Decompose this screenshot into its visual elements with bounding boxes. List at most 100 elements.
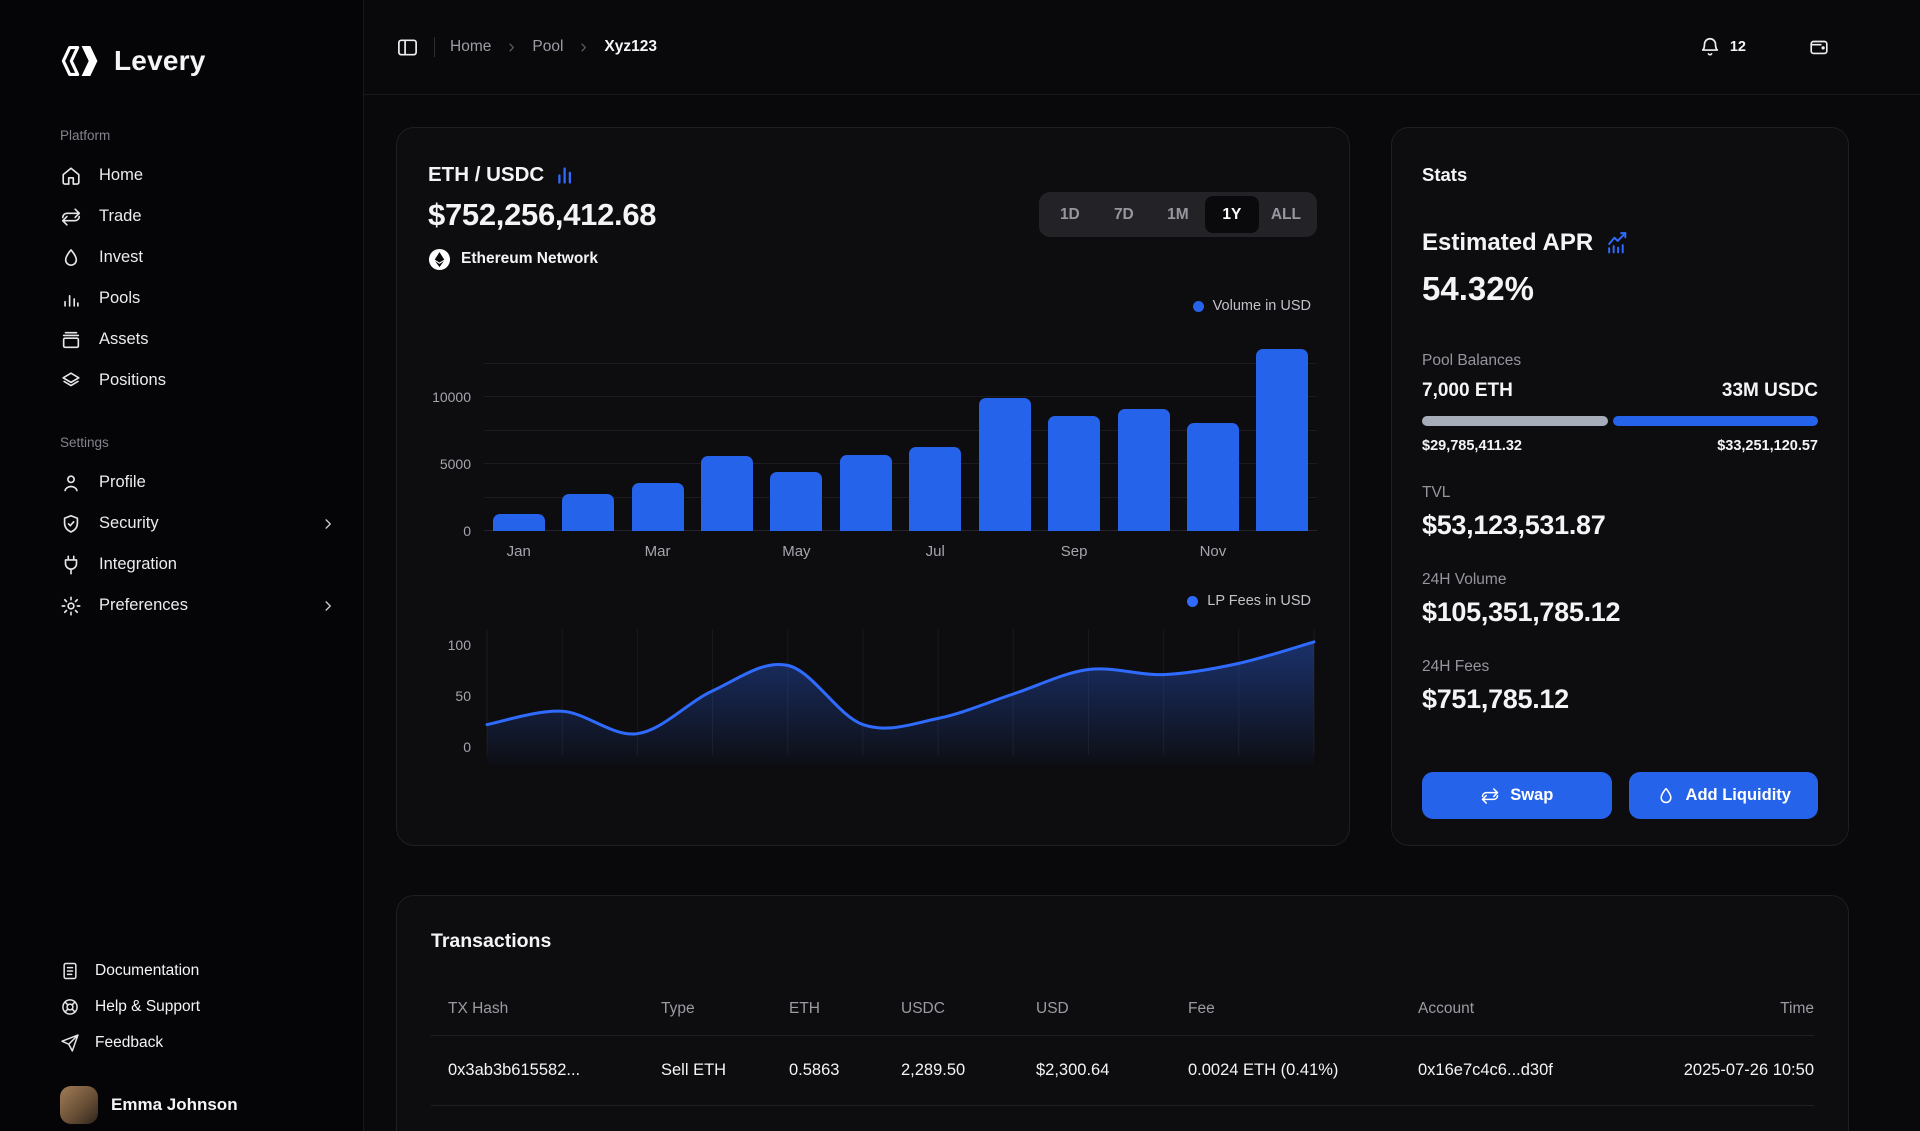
integration-icon	[60, 554, 82, 576]
pair-title: ETH / USDC	[428, 163, 544, 187]
table-row[interactable]: 0x3ab3b615582...Sell ETH0.58632,289.50$2…	[431, 1035, 1814, 1105]
sidebar-item-label: Trade	[99, 207, 142, 226]
range-1d[interactable]: 1D	[1043, 196, 1097, 233]
column-header-usdc: USDC	[901, 1000, 1036, 1018]
volume-bar-dec[interactable]	[1256, 349, 1308, 531]
usdc-balance: 33M USDC	[1722, 380, 1818, 402]
sidebar-item-trade[interactable]: Trade	[60, 196, 337, 237]
pool-balances-row: 7,000 ETH 33M USDC	[1422, 380, 1818, 402]
breadcrumb-pool[interactable]: Pool	[532, 38, 563, 56]
bell-icon	[1699, 36, 1721, 58]
sidebar-item-documentation[interactable]: Documentation	[60, 953, 337, 989]
fees-legend: LP Fees in USD	[428, 591, 1317, 611]
breadcrumb: HomePoolXyz123	[450, 38, 657, 56]
fees-y-axis: 050100	[428, 611, 484, 765]
volume-bar-mar[interactable]	[632, 483, 684, 531]
trending-up-icon	[1605, 231, 1630, 256]
volume-bar-jul[interactable]	[909, 447, 961, 531]
breadcrumb-home[interactable]: Home	[450, 38, 491, 56]
tx-cell: 2025-07-26 10:50	[1658, 1061, 1814, 1080]
droplet-icon	[1656, 786, 1676, 806]
range-1y[interactable]: 1Y	[1205, 196, 1259, 233]
positions-icon	[60, 370, 82, 392]
pool-balance-bar-usdc	[1613, 416, 1818, 426]
column-header-eth: ETH	[789, 1000, 901, 1018]
topbar-actions: 12	[1699, 36, 1830, 58]
table-row[interactable]: 0x4cba5c982b...Sell ETH2.514210,733.98$1…	[431, 1105, 1814, 1131]
chevron-right-icon	[576, 40, 591, 55]
column-header-fee: Fee	[1188, 1000, 1418, 1018]
sidebar-footer: Documentation Help & Support Feedback Em…	[60, 953, 337, 1131]
column-header-usd: USD	[1036, 1000, 1188, 1018]
volume-chart: 0500010000	[428, 316, 1317, 531]
x-tick-label	[1109, 543, 1178, 565]
sidebar-item-label: Invest	[99, 248, 143, 267]
pool-chart-card: ETH / USDC $752,256,412.68 Ethereum Netw…	[396, 127, 1350, 846]
volume-bar-jan[interactable]	[493, 514, 545, 531]
transactions-title: Transactions	[431, 930, 1814, 953]
sidebar-item-label: Pools	[99, 289, 140, 308]
volume-bar-may[interactable]	[770, 472, 822, 531]
sidebar-item-integration[interactable]: Integration	[60, 544, 337, 585]
y-tick-label: 0	[463, 737, 471, 757]
tx-cell: $2,300.64	[1036, 1061, 1188, 1080]
sidebar: Levery Platform Home Trade Invest Pools	[0, 0, 364, 1131]
volume-bar-nov[interactable]	[1187, 423, 1239, 532]
volume-bar-sep[interactable]	[1048, 416, 1100, 531]
volume-legend: Volume in USD	[428, 296, 1317, 316]
sidebar-item-profile[interactable]: Profile	[60, 462, 337, 503]
eth-balance-usd: $29,785,411.32	[1422, 438, 1522, 454]
legend-label: LP Fees in USD	[1207, 593, 1311, 609]
x-tick-label: May	[762, 543, 831, 565]
sidebar-item-pools[interactable]: Pools	[60, 278, 337, 319]
volume-bar-feb[interactable]	[562, 494, 614, 532]
sidebar-item-invest[interactable]: Invest	[60, 237, 337, 278]
preferences-icon	[60, 595, 82, 617]
home-icon	[60, 165, 82, 187]
volume-x-axis: JanMarMayJulSepNov	[484, 543, 1317, 565]
swap-button[interactable]: Swap	[1422, 772, 1612, 819]
feedback-icon	[60, 1033, 80, 1053]
sidebar-item-assets[interactable]: Assets	[60, 319, 337, 360]
sidebar-item-positions[interactable]: Positions	[60, 360, 337, 401]
apr-row: Estimated APR	[1422, 228, 1818, 258]
volume-bar-jun[interactable]	[840, 455, 892, 531]
sidebar-item-label: Profile	[99, 473, 146, 492]
sidebar-item-label: Positions	[99, 371, 166, 390]
nav-section-settings: Settings Profile Security Integration Pr…	[60, 435, 337, 626]
tx-cell: 0x3ab3b615582...	[448, 1061, 661, 1080]
sidebar-item-preferences[interactable]: Preferences	[60, 585, 337, 626]
volume-bar-aug[interactable]	[979, 398, 1031, 531]
tx-cell: 0x16e7c4c6...d30f	[1418, 1061, 1658, 1080]
volume-y-axis: 0500010000	[428, 316, 484, 531]
swap-icon	[1480, 786, 1500, 806]
x-tick-label: Mar	[623, 543, 692, 565]
fees-line-chart	[484, 615, 1317, 765]
user-menu[interactable]: Emma Johnson	[60, 1079, 337, 1131]
sidebar-item-home[interactable]: Home	[60, 155, 337, 196]
pair-header: ETH / USDC	[428, 162, 1317, 188]
add-liquidity-button[interactable]: Add Liquidity	[1629, 772, 1819, 819]
volume-bar-apr[interactable]	[701, 456, 753, 531]
time-range-control: 1D7D1M1YALL	[1039, 192, 1317, 237]
apr-value: 54.32%	[1422, 270, 1818, 310]
sidebar-toggle-button[interactable]	[396, 36, 419, 59]
wallet-button[interactable]	[1808, 36, 1830, 58]
volume-bar-oct[interactable]	[1118, 409, 1170, 531]
notifications-button[interactable]: 12	[1699, 36, 1746, 58]
legend-dot	[1187, 596, 1198, 607]
fees-plot	[484, 615, 1317, 765]
volume-x-axis-row: JanMarMayJulSepNov	[428, 543, 1317, 565]
gridline	[484, 363, 1317, 364]
sidebar-item-security[interactable]: Security	[60, 503, 337, 544]
range-1m[interactable]: 1M	[1151, 196, 1205, 233]
volume-24h-block: 24H Volume $105,351,785.12	[1422, 571, 1818, 628]
usdc-balance-usd: $33,251,120.57	[1717, 438, 1818, 454]
sidebar-item-feedback[interactable]: Feedback	[60, 1025, 337, 1061]
x-tick-label	[831, 543, 900, 565]
range-7d[interactable]: 7D	[1097, 196, 1151, 233]
sidebar-item-help-support[interactable]: Help & Support	[60, 989, 337, 1025]
range-all[interactable]: ALL	[1259, 196, 1313, 233]
topbar: HomePoolXyz123 12	[364, 0, 1920, 95]
avatar	[60, 1086, 98, 1124]
